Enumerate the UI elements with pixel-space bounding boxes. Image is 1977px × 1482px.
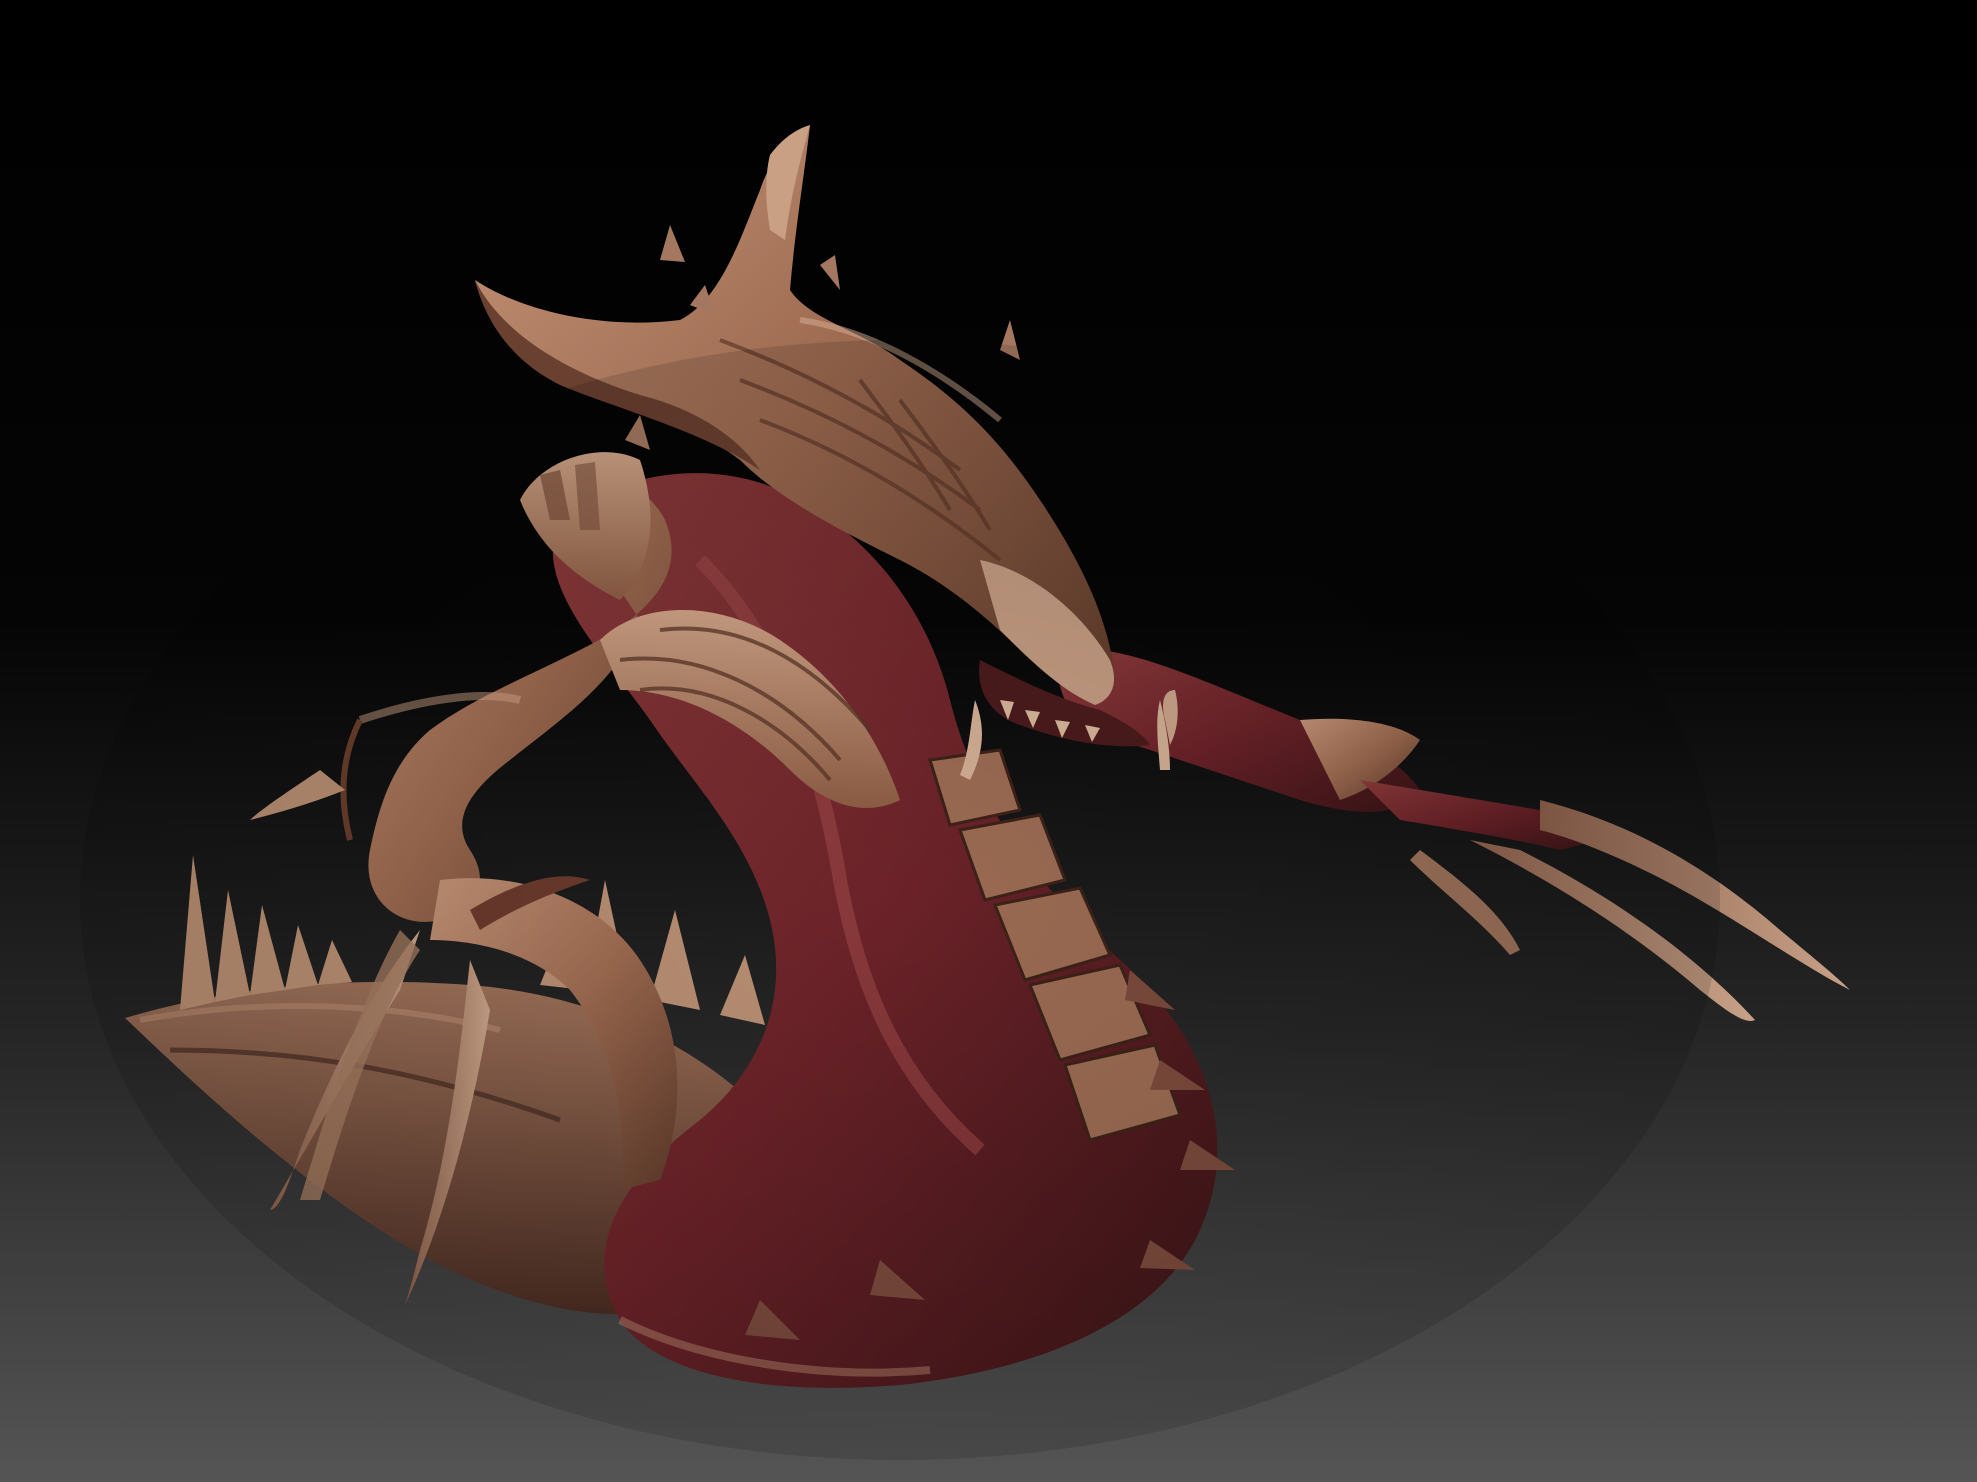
- ambient-shade: [80, 340, 1720, 1460]
- creature-render: [0, 0, 1977, 1482]
- render-viewport: [0, 0, 1977, 1482]
